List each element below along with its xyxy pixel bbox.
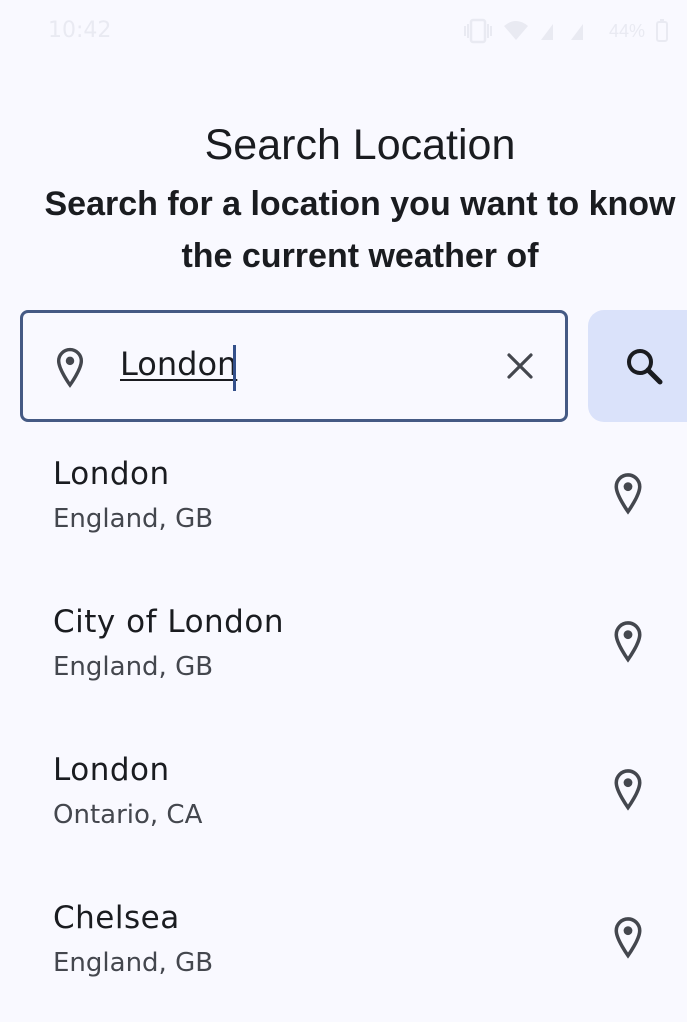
location-pin-icon[interactable] <box>608 768 648 817</box>
result-name: London <box>53 456 170 492</box>
search-button[interactable] <box>588 310 687 422</box>
list-item[interactable]: City of London England, GB <box>0 578 687 726</box>
result-name: London <box>53 752 170 788</box>
result-region: England, GB <box>53 652 214 682</box>
location-pin-icon[interactable] <box>608 472 648 521</box>
search-icon <box>627 349 663 385</box>
result-region: England, GB <box>53 504 214 534</box>
list-item[interactable]: Chelsea England, GB <box>0 874 687 1022</box>
page-subtitle: Search for a location you want to know t… <box>44 185 676 275</box>
search-input-value: London <box>120 345 238 383</box>
signal-icon <box>539 20 599 42</box>
location-pin-icon <box>53 346 87 395</box>
search-field[interactable]: London <box>20 310 568 422</box>
status-icons: 44% <box>463 18 669 44</box>
search-input[interactable]: London <box>120 345 237 383</box>
list-item[interactable]: London Ontario, CA <box>0 726 687 874</box>
close-icon[interactable] <box>503 349 537 383</box>
result-region: England, GB <box>53 948 214 978</box>
battery-text: 44% <box>608 20 645 41</box>
result-name: Chelsea <box>53 900 180 936</box>
status-time: 10:42 <box>48 18 112 43</box>
status-bar: 10:42 44% <box>0 0 687 62</box>
battery-icon <box>655 19 669 43</box>
wifi-icon <box>503 20 529 42</box>
result-region: Ontario, CA <box>53 800 203 830</box>
vibrate-icon <box>463 18 493 44</box>
location-pin-icon[interactable] <box>608 620 648 669</box>
page-title: Search Location <box>204 120 516 169</box>
list-item[interactable]: London England, GB <box>0 430 687 578</box>
result-name: City of London <box>53 604 284 640</box>
location-pin-icon[interactable] <box>608 916 648 965</box>
text-cursor <box>233 345 236 391</box>
